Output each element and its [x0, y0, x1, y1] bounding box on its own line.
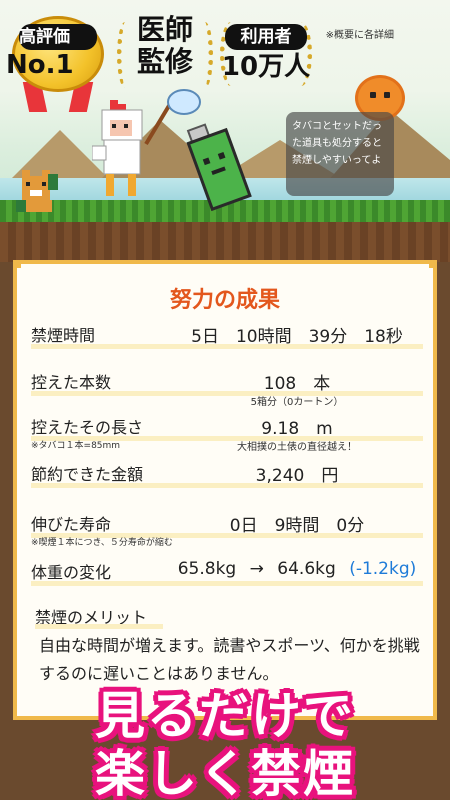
users-badge: 利用者 10万人 [218, 16, 314, 96]
stat-label: 控えた本数 [31, 373, 112, 392]
game-scene: 高評価 No.1 医師 監修 利用者 10万人 ※概要に各詳細 タバコとセットだ… [0, 0, 450, 262]
speech-bubble: タバコとセットだった道具も処分すると禁煙しやすいってよ [286, 112, 394, 196]
stat-row-life-extended: 伸びた寿命 0日 9時間 0分 ※喫煙１本につき、５分寿命が縮む [31, 511, 423, 551]
weight-diff: (-1.2kg) [349, 559, 417, 579]
divider [31, 483, 423, 488]
stat-note: ※喫煙１本につき、５分寿命が縮む [31, 538, 173, 548]
medical-line1: 医師 [136, 13, 193, 46]
promo-line2: 楽しく禁煙 [95, 745, 355, 800]
card-title: 努力の成果 [169, 288, 280, 313]
tiger-icon [16, 170, 58, 212]
stat-row-weight-change: 体重の変化 65.8kg → 64.6kg (-1.2kg) [31, 559, 423, 589]
divider [31, 344, 423, 349]
divider [35, 624, 163, 629]
stat-row-length: 控えたその長さ 9.18 m ※タバコ１本=85mm 大相撲の土俵の直径越え！ [31, 414, 423, 458]
users-label: 利用者 [225, 24, 307, 50]
chicken-suit-character-icon [92, 100, 143, 196]
stat-label: 体重の変化 [31, 563, 112, 582]
results-card: 努力の成果 禁煙時間 5日 10時間 39分 18秒 控えた本数 108 本 5… [13, 260, 437, 720]
rating-medal-badge: 高評価 No.1 [6, 16, 110, 112]
stat-sub: 5箱分（0カートン） [250, 397, 344, 408]
stat-row-money-saved: 節約できた金額 3,240 円 [31, 461, 423, 491]
stat-note: ※タバコ１本=85mm [31, 441, 121, 451]
stat-row-cigarettes-avoided: 控えた本数 108 本 5箱分（0カートン） [31, 369, 423, 409]
stat-sub: 大相撲の土俵の直径越え！ [237, 442, 357, 453]
stat-value-weight: 65.8kg → 64.6kg (-1.2kg) [171, 559, 423, 579]
divider [31, 581, 423, 586]
users-value: 10万人 [221, 52, 311, 82]
medical-line2: 監修 [136, 45, 193, 78]
stat-label: 控えたその長さ [31, 418, 144, 437]
stat-label: 禁煙時間 [31, 326, 96, 345]
stat-label: 伸びた寿命 [31, 515, 112, 534]
rating-label: 高評価 [19, 24, 97, 50]
laurel-right-icon [197, 22, 213, 88]
details-note: ※概要に各詳細 [325, 30, 394, 41]
weight-to: 64.6kg [277, 559, 336, 579]
arrow-icon: → [249, 559, 264, 579]
dirt-ground [0, 222, 450, 262]
stat-label: 節約できた金額 [31, 465, 144, 484]
laurel-left-icon [117, 22, 133, 88]
weight-from: 65.8kg [177, 559, 237, 579]
stat-row-quit-time: 禁煙時間 5日 10時間 39分 18秒 [31, 322, 423, 352]
rating-value: No.1 [6, 50, 74, 80]
